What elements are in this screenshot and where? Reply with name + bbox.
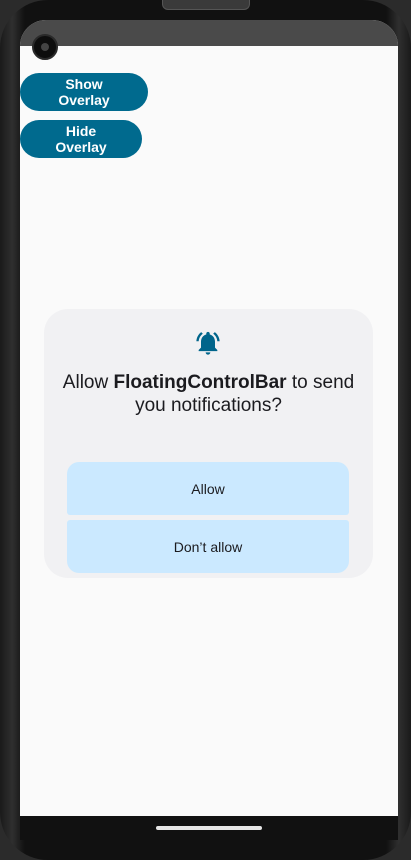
dont-allow-button[interactable]: Don’t allow — [67, 520, 349, 573]
hide-overlay-button[interactable]: Hide Overlay — [20, 120, 142, 158]
screen: Show Overlay Hide Overlay Allow Floating… — [20, 20, 398, 840]
notification-bell-icon — [196, 331, 220, 355]
dialog-title: Allow FloatingControlBar to send you not… — [54, 371, 363, 417]
status-bar — [20, 20, 398, 46]
device-speaker-slot — [162, 0, 250, 10]
home-indicator[interactable] — [156, 826, 262, 830]
front-camera — [32, 34, 58, 60]
dialog-title-prefix: Allow — [62, 372, 114, 393]
notification-permission-dialog: Allow FloatingControlBar to send you not… — [44, 309, 373, 578]
show-overlay-button[interactable]: Show Overlay — [20, 73, 148, 111]
allow-button[interactable]: Allow — [67, 462, 349, 515]
navigation-bar — [20, 816, 398, 840]
dialog-app-name: FloatingControlBar — [113, 372, 287, 393]
device-frame: Show Overlay Hide Overlay Allow Floating… — [0, 0, 411, 860]
